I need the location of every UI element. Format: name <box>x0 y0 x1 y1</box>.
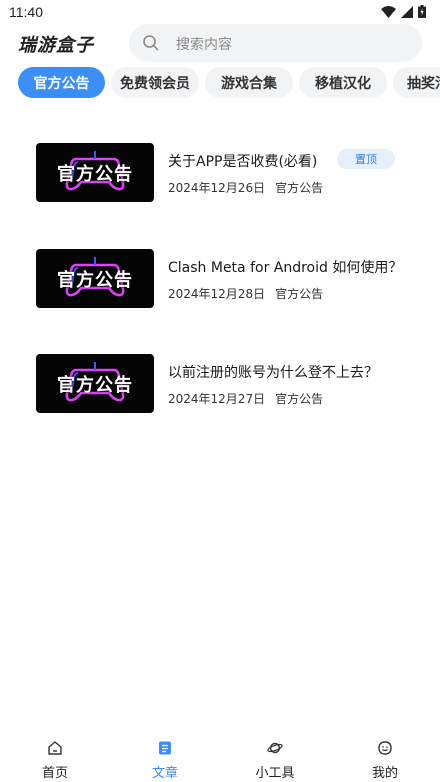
article-item[interactable]: 官方公告 关于APP是否收费(必看) 置顶 2024年12月26日 官方公告 <box>36 143 426 203</box>
profile-icon <box>378 741 392 755</box>
tab-lottery[interactable]: 抽奖活 <box>393 67 440 98</box>
status-bar: 11:40 <box>0 0 440 24</box>
article-category: 官方公告 <box>275 181 324 195</box>
nav-profile-label: 我的 <box>371 766 398 781</box>
nav-home-label: 首页 <box>41 766 68 781</box>
pinned-badge: 置顶 <box>337 149 395 169</box>
article-date: 2024年12月28日 <box>168 287 266 301</box>
category-tabs: 官方公告 免费领会员 游戏合集 移植汉化 抽奖活 <box>0 67 440 99</box>
tab-free-membership[interactable]: 免费领会员 <box>111 67 199 98</box>
battery-icon <box>418 5 426 18</box>
thumbnail-label: 官方公告 <box>57 374 133 396</box>
article-category: 官方公告 <box>275 392 324 406</box>
article-thumbnail: 官方公告 <box>36 143 154 202</box>
search-placeholder: 搜索内容 <box>176 37 232 53</box>
article-thumbnail: 官方公告 <box>36 249 154 308</box>
app-title: 瑞游盒子 <box>18 35 94 56</box>
header: 瑞游盒子 搜索内容 <box>0 24 440 62</box>
article-item[interactable]: 官方公告 以前注册的账号为什么登不上去？ 2024年12月27日 官方公告 <box>36 354 426 414</box>
article-item[interactable]: 官方公告 Clash Meta for Android 如何使用？ 2024年1… <box>36 249 426 309</box>
signal-icon <box>401 5 413 18</box>
nav-tools-label: 小工具 <box>255 766 295 781</box>
article-date: 2024年12月27日 <box>168 392 266 406</box>
bottom-nav: 首页 文章 小工具 我的 <box>0 732 440 782</box>
nav-articles[interactable]: 文章 <box>110 732 220 782</box>
status-icons <box>381 5 426 18</box>
thumbnail-label: 官方公告 <box>57 269 133 291</box>
nav-home[interactable]: 首页 <box>0 732 110 782</box>
search-icon <box>143 35 159 51</box>
article-thumbnail: 官方公告 <box>36 354 154 413</box>
status-time: 11:40 <box>9 4 43 20</box>
article-title: 关于APP是否收费(必看) <box>168 154 318 170</box>
article-category: 官方公告 <box>275 287 324 301</box>
article-date: 2024年12月26日 <box>168 181 266 195</box>
wifi-icon <box>381 5 396 18</box>
article-title: 以前注册的账号为什么登不上去？ <box>168 365 378 381</box>
nav-tools[interactable]: 小工具 <box>220 732 330 782</box>
search-input[interactable]: 搜索内容 <box>129 24 422 62</box>
home-icon <box>48 741 62 755</box>
article-meta: 2024年12月28日 官方公告 <box>168 285 323 302</box>
planet-icon <box>267 742 283 754</box>
tab-port-localization[interactable]: 移植汉化 <box>299 67 387 98</box>
thumbnail-label: 官方公告 <box>57 163 133 185</box>
document-icon <box>159 741 171 755</box>
nav-articles-label: 文章 <box>151 766 178 781</box>
nav-profile[interactable]: 我的 <box>330 732 440 782</box>
article-title: Clash Meta for Android 如何使用？ <box>168 260 403 276</box>
article-meta: 2024年12月26日 官方公告 <box>168 179 323 196</box>
article-meta: 2024年12月27日 官方公告 <box>168 390 323 407</box>
tab-official-notice[interactable]: 官方公告 <box>18 67 105 98</box>
tab-game-collection[interactable]: 游戏合集 <box>205 67 293 98</box>
